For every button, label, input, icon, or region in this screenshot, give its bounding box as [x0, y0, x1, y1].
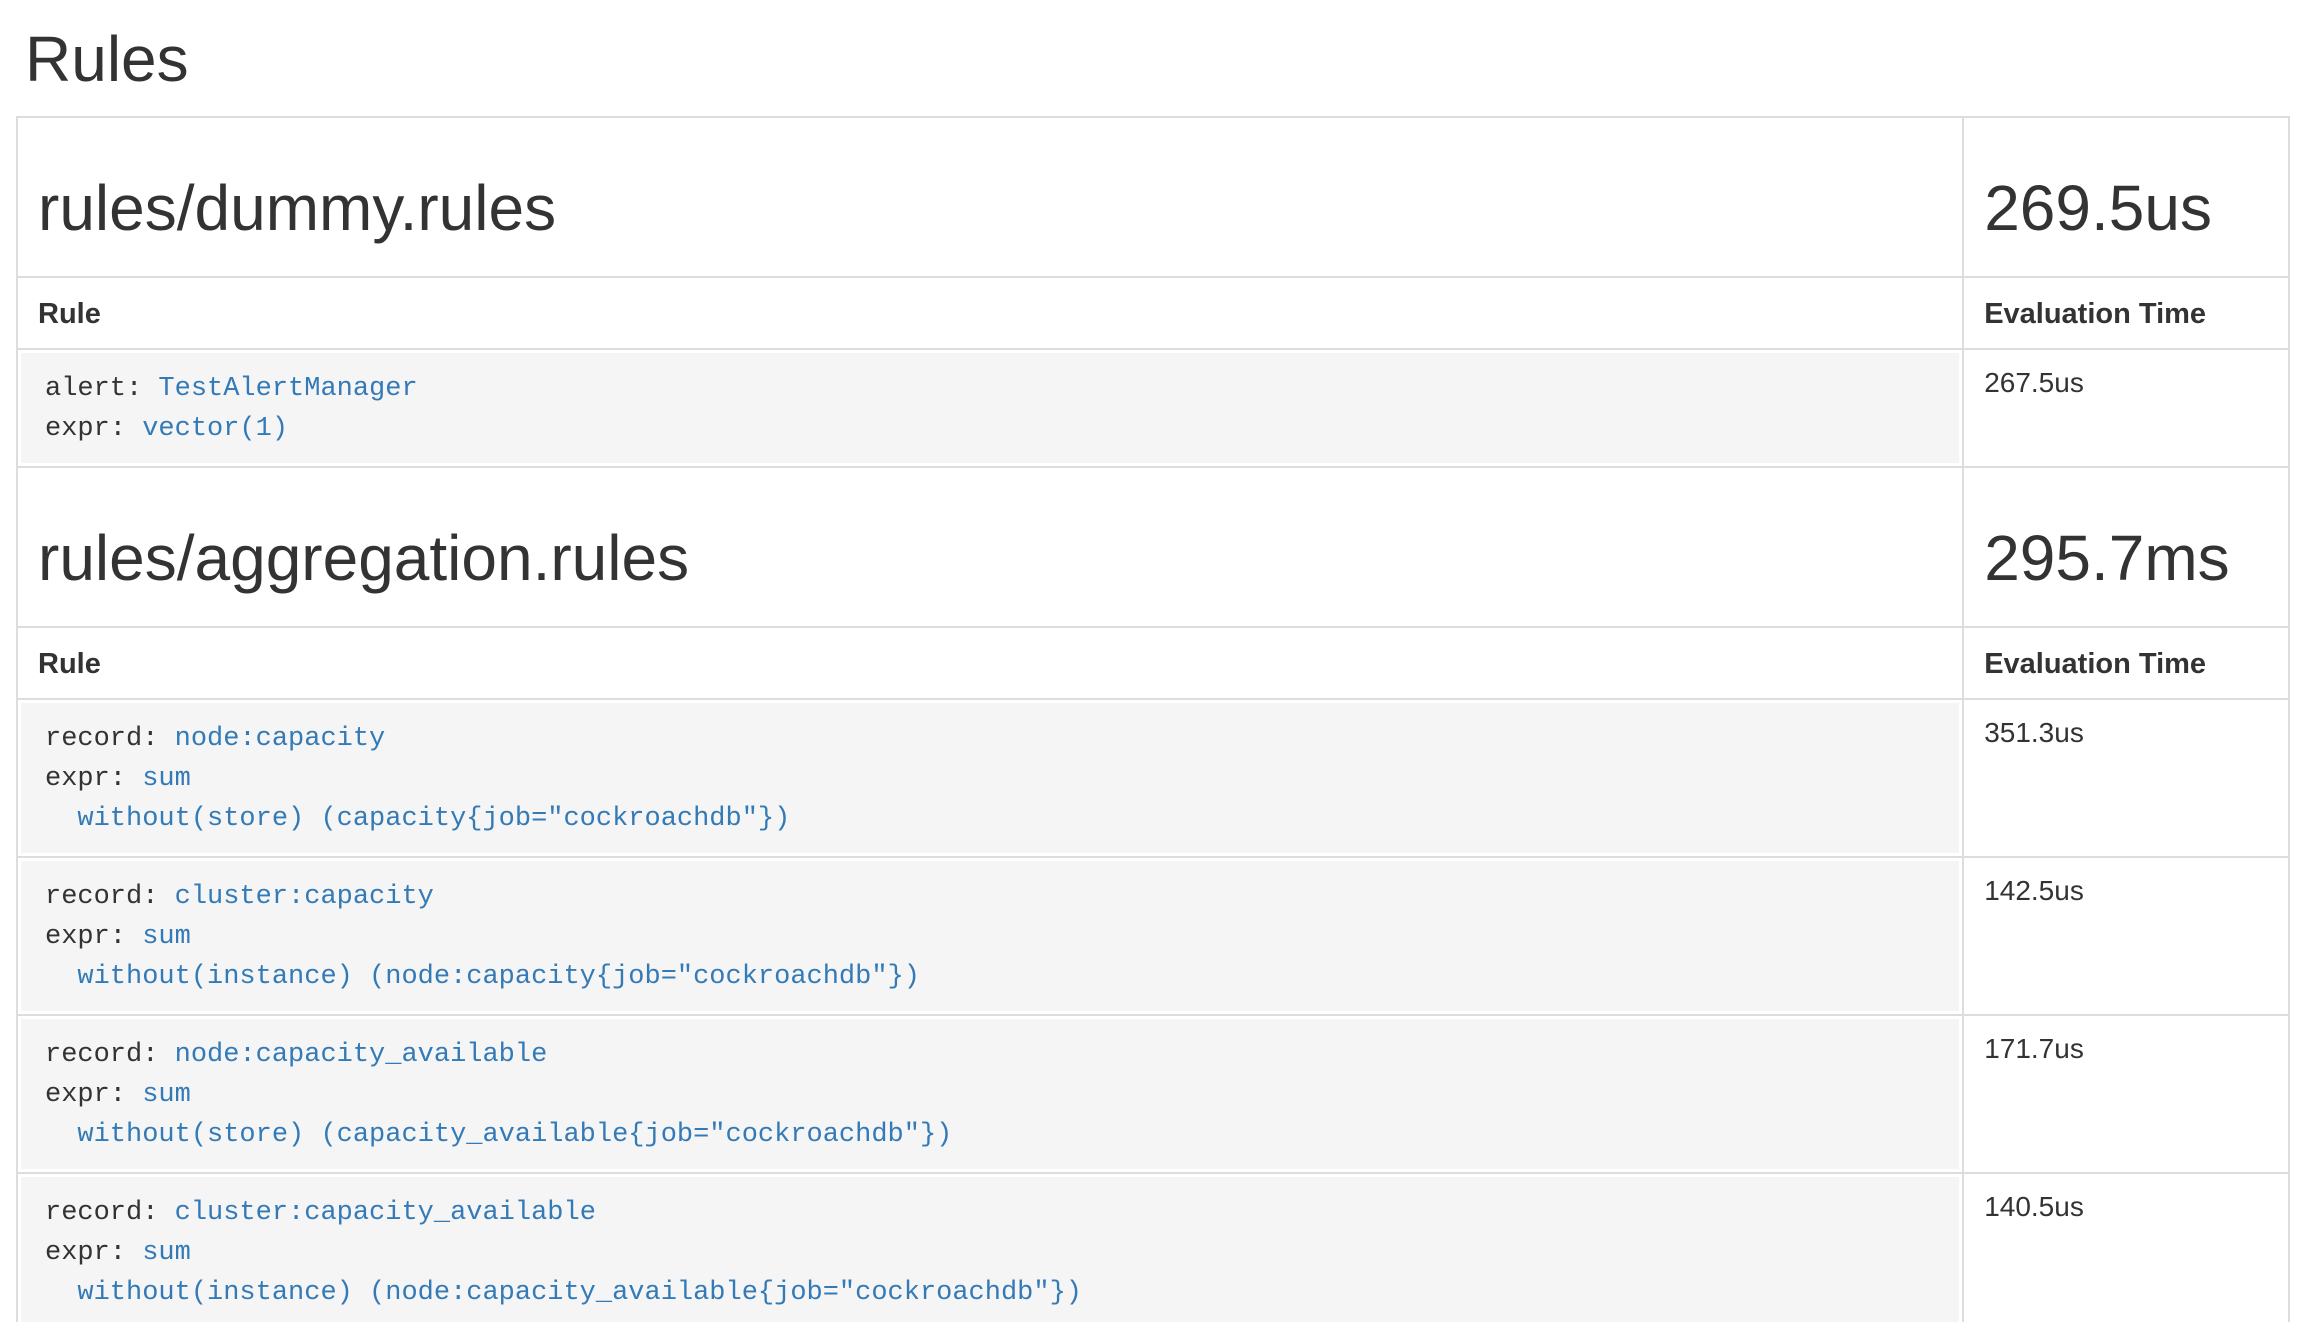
expr-link[interactable]: sum without(store) (capacity{job="cockro… [45, 764, 790, 834]
rule-cell: record: cluster:capacity expr: sum withou… [17, 857, 1963, 1015]
expr-link[interactable]: sum without(store) (capacity_available{j… [45, 1080, 952, 1150]
rule-cell: alert: TestAlertManager expr: vector(1) [17, 349, 1963, 467]
rule-definition: record: node:capacity_available expr: sum… [21, 1019, 1959, 1169]
rule-cell: record: cluster:capacity_availableexpr: … [17, 1173, 1963, 1322]
record-name-link[interactable]: node:capacity [175, 724, 386, 754]
rule-column-header: Rule [17, 627, 1963, 699]
rule-key-record: record: [45, 724, 175, 754]
rule-definition: record: node:capacity expr: sum without(s… [21, 703, 1959, 853]
group-header-row: rules/aggregation.rules 295.7ms [17, 467, 2289, 627]
rule-eval-time: 140.5us [1963, 1173, 2289, 1322]
group-total-eval-time-cell: 295.7ms [1963, 467, 2289, 627]
rule-row: record: node:capacity_available expr: sum… [17, 1015, 2289, 1173]
expr-link[interactable]: sum without(instance) (node:capacity_ava… [45, 1238, 1082, 1308]
rule-definition: record: cluster:capacity_availableexpr: … [21, 1177, 1959, 1322]
expr-link[interactable]: sum without(instance) (node:capacity{job… [45, 922, 920, 992]
record-name-link[interactable]: node:capacity_available [175, 1040, 548, 1070]
column-header-row: Rule Evaluation Time [17, 277, 2289, 349]
rule-row: record: cluster:capacity_availableexpr: … [17, 1173, 2289, 1322]
rule-eval-time: 351.3us [1963, 699, 2289, 857]
rule-key-expr: expr: [45, 764, 142, 794]
expr-link[interactable]: vector(1) [142, 414, 288, 444]
rule-eval-time: 267.5us [1963, 349, 2289, 467]
group-total-eval-time: 295.7ms [1984, 524, 2268, 592]
page-title: Rules [25, 22, 2290, 96]
rule-key-record: record: [45, 1040, 175, 1070]
rule-eval-time: 171.7us [1963, 1015, 2289, 1173]
rule-row: record: cluster:capacity expr: sum withou… [17, 857, 2289, 1015]
rule-key-expr: expr: [45, 414, 142, 444]
eval-time-column-header: Evaluation Time [1963, 277, 2289, 349]
rule-key-expr: expr: [45, 1238, 142, 1268]
rule-row: record: node:capacity expr: sum without(s… [17, 699, 2289, 857]
rules-table: rules/dummy.rules 269.5us Rule Evaluatio… [16, 116, 2290, 1322]
eval-time-column-header: Evaluation Time [1963, 627, 2289, 699]
rule-definition: alert: TestAlertManager expr: vector(1) [21, 353, 1959, 463]
group-total-eval-time: 269.5us [1984, 174, 2268, 242]
group-total-eval-time-cell: 269.5us [1963, 117, 2289, 277]
rule-column-header: Rule [17, 277, 1963, 349]
rule-definition: record: cluster:capacity expr: sum withou… [21, 861, 1959, 1011]
group-name-cell: rules/aggregation.rules [17, 467, 1963, 627]
group-name-cell: rules/dummy.rules [17, 117, 1963, 277]
rule-key-record: record: [45, 882, 175, 912]
group-header-row: rules/dummy.rules 269.5us [17, 117, 2289, 277]
rule-eval-time: 142.5us [1963, 857, 2289, 1015]
rules-page: Rules rules/dummy.rules 269.5us Rule Eva… [16, 22, 2290, 1322]
alert-name-link[interactable]: TestAlertManager [158, 374, 417, 404]
rule-key-record: record: [45, 1198, 175, 1228]
rule-key-alert: alert: [45, 374, 158, 404]
rule-cell: record: node:capacity expr: sum without(s… [17, 699, 1963, 857]
column-header-row: Rule Evaluation Time [17, 627, 2289, 699]
record-name-link[interactable]: cluster:capacity [175, 882, 434, 912]
rule-row: alert: TestAlertManager expr: vector(1) 2… [17, 349, 2289, 467]
group-file-name: rules/dummy.rules [38, 174, 1942, 242]
rule-key-expr: expr: [45, 1080, 142, 1110]
rule-cell: record: node:capacity_available expr: sum… [17, 1015, 1963, 1173]
record-name-link[interactable]: cluster:capacity_available [175, 1198, 596, 1228]
rule-key-expr: expr: [45, 922, 142, 952]
group-file-name: rules/aggregation.rules [38, 524, 1942, 592]
